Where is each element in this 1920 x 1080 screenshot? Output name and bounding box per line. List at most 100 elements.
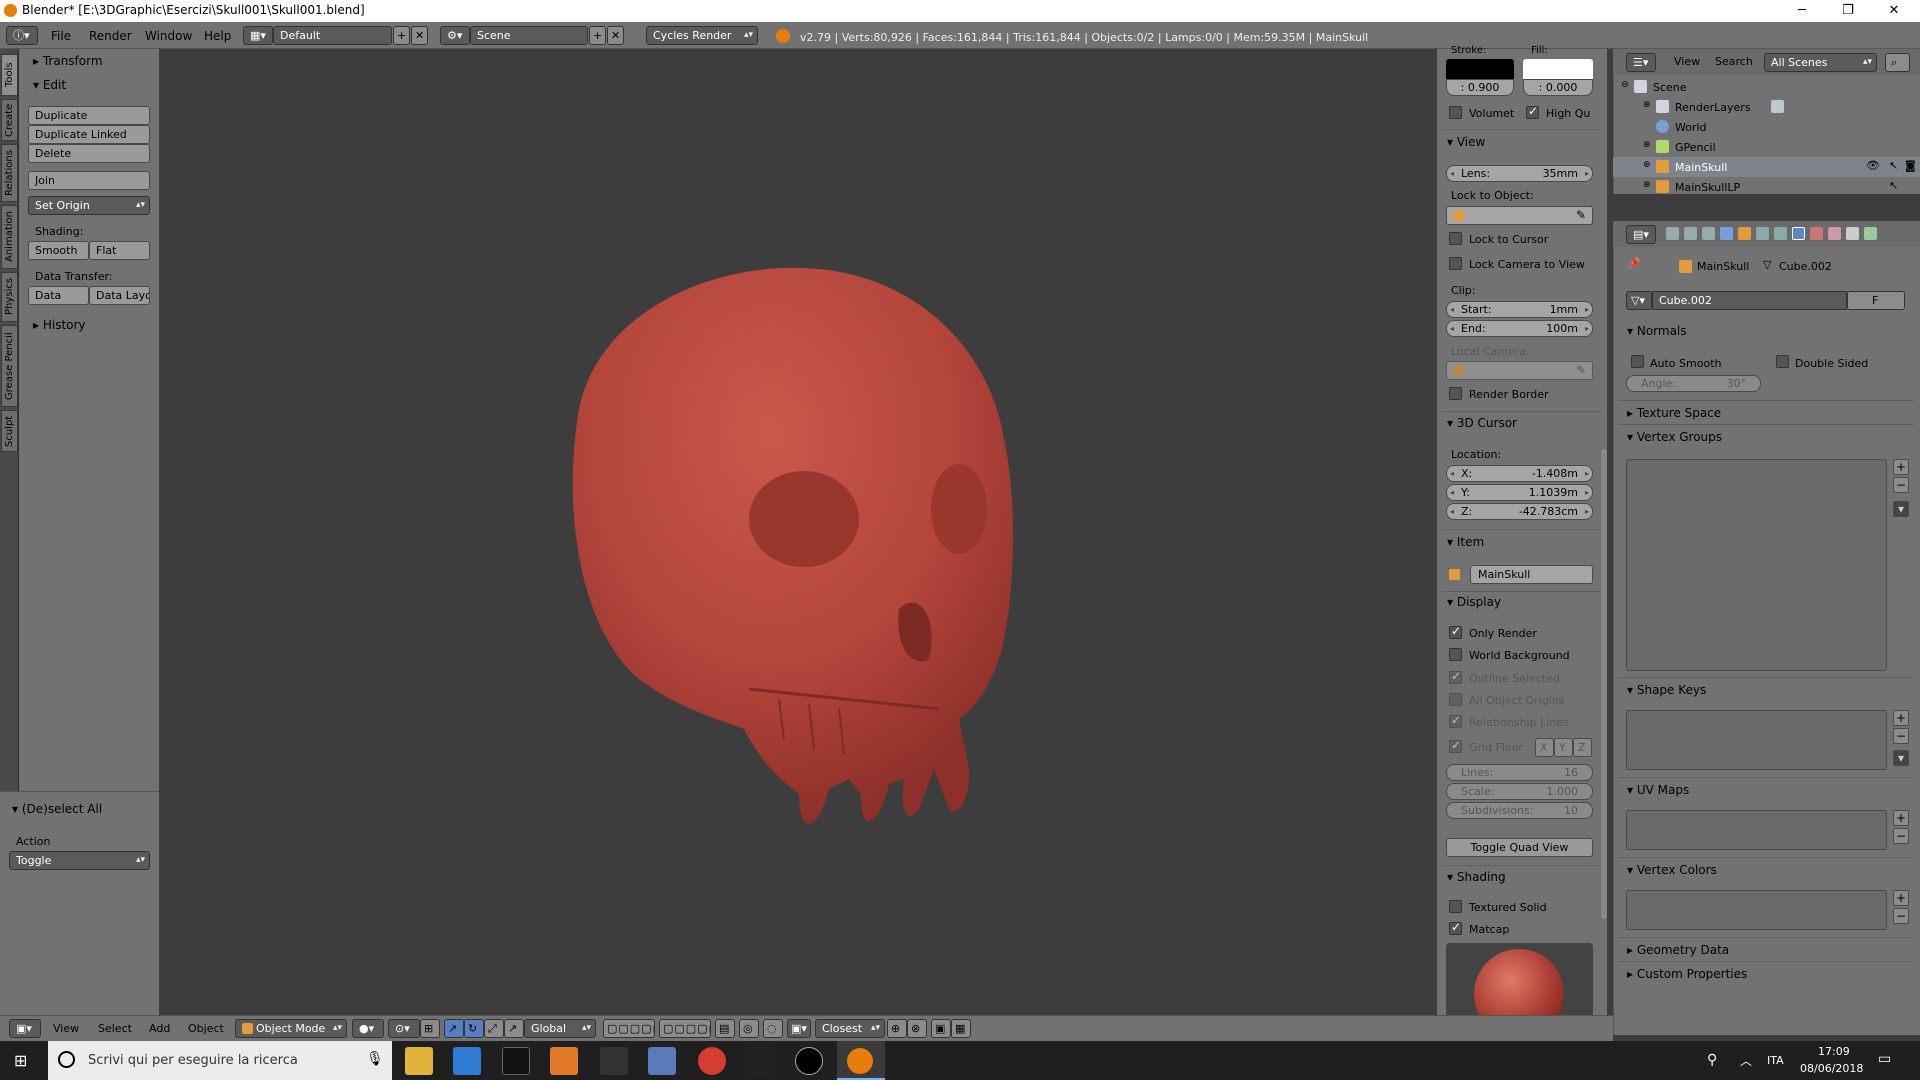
minimize-button[interactable]: ─ xyxy=(1779,0,1825,22)
panel-transform[interactable]: ▸ Transform xyxy=(33,54,103,68)
taskbar-search-box[interactable]: Scrivi qui per eseguire la ricerca 🎙 xyxy=(48,1041,392,1080)
add-screen-icon[interactable]: + xyxy=(393,26,410,45)
panel-history[interactable]: ▸ History xyxy=(33,318,86,332)
render-tab-icon[interactable] xyxy=(1666,227,1679,240)
panel-shape-keys[interactable]: ▾ Shape Keys xyxy=(1627,683,1706,697)
manipulator-scale-icon[interactable]: ⤢ xyxy=(484,1019,504,1038)
expand-icon[interactable]: ⊕ xyxy=(1643,140,1651,150)
high-quality-checkbox[interactable] xyxy=(1526,104,1539,119)
panel-shading[interactable]: ▾ Shading xyxy=(1447,870,1506,884)
microphone-icon[interactable]: 🎙 xyxy=(366,1051,384,1067)
object-tab-icon[interactable] xyxy=(1738,227,1751,240)
scene-icon[interactable]: ⚙▾ xyxy=(440,26,470,45)
lock-camera-checkbox[interactable] xyxy=(1449,257,1462,270)
screen-layout-icon[interactable]: ▦▾ xyxy=(243,26,273,45)
render-layers-tab-icon[interactable] xyxy=(1684,227,1697,240)
maximize-button[interactable]: ❐ xyxy=(1825,0,1871,22)
layers-group-2[interactable]: ▢▢▢▢▢ xyxy=(659,1019,711,1038)
menu-select[interactable]: Select xyxy=(98,1022,132,1035)
clip-end-field[interactable]: ◂ End: 100m ▸ xyxy=(1446,320,1593,337)
skull-model[interactable] xyxy=(159,49,1437,1015)
properties-editor-icon[interactable]: ▤▾ xyxy=(1626,225,1656,244)
remove-vertex-group-icon[interactable]: − xyxy=(1893,477,1909,493)
editor-type-3d-icon[interactable]: ▣▾ xyxy=(9,1019,41,1038)
tab-create[interactable]: Create xyxy=(1,99,18,141)
clip-start-field[interactable]: ◂ Start: 1mm ▸ xyxy=(1446,301,1593,318)
stroke-color-swatch[interactable] xyxy=(1446,59,1514,79)
blender-taskbar-button[interactable] xyxy=(837,1041,885,1080)
duplicate-button[interactable]: Duplicate xyxy=(28,106,150,125)
tab-animation[interactable]: Animation xyxy=(1,205,18,269)
mesh-name-field[interactable]: Cube.002 xyxy=(1652,291,1847,310)
join-button[interactable]: Join xyxy=(28,171,150,190)
item-name-field[interactable]: MainSkull xyxy=(1470,565,1593,584)
data-layout-button[interactable]: Data Layo xyxy=(89,286,150,305)
manipulator-extra-icon[interactable]: ↗ xyxy=(504,1019,524,1038)
fill-color-swatch[interactable] xyxy=(1523,59,1593,79)
epic-games-icon[interactable] xyxy=(746,1047,774,1075)
render-camera-icon[interactable]: ◙ xyxy=(1905,159,1916,172)
matcap-checkbox[interactable] xyxy=(1449,920,1462,935)
network-app-icon[interactable] xyxy=(648,1047,676,1075)
tab-tools[interactable]: Tools xyxy=(1,54,18,96)
toggle-quad-view-button[interactable]: Toggle Quad View xyxy=(1446,838,1593,857)
screen-layout-field[interactable]: Default xyxy=(273,26,392,45)
menu-object[interactable]: Object xyxy=(188,1022,224,1035)
people-icon[interactable]: ⚲ xyxy=(1707,1052,1717,1068)
eyedropper-icon[interactable]: ✎ xyxy=(1576,208,1586,222)
duplicate-linked-button[interactable]: Duplicate Linked xyxy=(28,125,150,144)
cursor-z-field[interactable]: ◂ Z: -42.783cm ▸ xyxy=(1446,503,1593,520)
panel-3d-cursor[interactable]: ▾ 3D Cursor xyxy=(1447,416,1517,430)
panel-texture-space[interactable]: ▸ Texture Space xyxy=(1627,406,1721,420)
render-engine-select[interactable]: Cycles Render ▴▾ xyxy=(646,26,758,45)
volumetric-checkbox[interactable] xyxy=(1449,106,1462,119)
fill-alpha-field[interactable]: : 0.000 xyxy=(1523,79,1593,96)
menu-render[interactable]: Render xyxy=(89,29,132,43)
mesh-browse-icon[interactable]: ▽▾ xyxy=(1626,291,1652,310)
npanel-scrollbar[interactable] xyxy=(1601,449,1607,919)
fake-user-button[interactable]: F xyxy=(1847,291,1905,310)
chrome-icon[interactable] xyxy=(698,1047,726,1075)
outliner-row-renderlayers[interactable]: ⊕ RenderLayers xyxy=(1613,97,1920,117)
render-border-checkbox[interactable] xyxy=(1449,387,1462,400)
vertex-groups-list[interactable] xyxy=(1626,459,1887,671)
close-button[interactable]: ✕ xyxy=(1871,0,1917,22)
scene-field[interactable]: Scene xyxy=(470,26,588,45)
panel-view[interactable]: ▾ View xyxy=(1447,135,1485,149)
scene-tab-icon[interactable] xyxy=(1702,227,1715,240)
world-background-checkbox[interactable] xyxy=(1449,648,1462,661)
lock-object-field[interactable]: ✎ xyxy=(1446,206,1593,225)
expand-icon[interactable]: ⊕ xyxy=(1643,180,1651,190)
media-player-icon[interactable] xyxy=(550,1047,578,1075)
menu-file[interactable]: File xyxy=(51,29,71,43)
viewport-shading-select[interactable]: ●▾ xyxy=(352,1019,384,1038)
lock-to-cursor-checkbox[interactable] xyxy=(1449,232,1462,245)
unreal-engine-icon[interactable] xyxy=(795,1047,823,1075)
textured-solid-checkbox[interactable] xyxy=(1449,900,1462,913)
panel-geometry-data[interactable]: ▸ Geometry Data xyxy=(1627,943,1729,957)
constraints-tab-icon[interactable] xyxy=(1756,227,1769,240)
cursor-y-field[interactable]: ◂ Y: 1.1039m ▸ xyxy=(1446,484,1593,501)
opengl-render-image-icon[interactable]: ▣ xyxy=(931,1019,951,1038)
panel-item[interactable]: ▾ Item xyxy=(1447,535,1484,549)
select-arrow-icon[interactable]: ↖ xyxy=(1889,179,1898,192)
panel-custom-properties[interactable]: ▸ Custom Properties xyxy=(1627,967,1747,981)
panel-display[interactable]: ▾ Display xyxy=(1447,595,1501,609)
outliner-row-gpencil[interactable]: ⊕ GPencil xyxy=(1613,137,1920,157)
menu-view[interactable]: View xyxy=(53,1022,79,1035)
pivot-point-select[interactable]: ⊙▾ xyxy=(388,1019,420,1038)
physics-tab-icon[interactable] xyxy=(1864,227,1877,240)
add-shape-key-icon[interactable]: + xyxy=(1893,710,1909,726)
transform-orientation-select[interactable]: Global ▴▾ xyxy=(524,1019,596,1038)
shape-keys-list[interactable] xyxy=(1626,710,1887,770)
manipulator-toggle-icon[interactable]: ⊞ xyxy=(420,1019,440,1038)
render-preview-icon[interactable]: ◎ xyxy=(739,1019,759,1038)
expand-icon[interactable]: ⊕ xyxy=(1643,100,1651,110)
snap-element-select[interactable]: ▣▾ xyxy=(787,1019,811,1038)
double-sided-checkbox[interactable] xyxy=(1776,355,1789,368)
clock-date[interactable]: 08/06/2018 xyxy=(1800,1062,1863,1075)
file-explorer-icon[interactable] xyxy=(405,1047,433,1075)
menu-add[interactable]: Add xyxy=(149,1022,170,1035)
outliner-row-mainskulllp[interactable]: ⊕ MainSkullLP ↖ xyxy=(1613,177,1920,197)
visibility-eye-icon[interactable]: 👁 xyxy=(1866,159,1880,172)
